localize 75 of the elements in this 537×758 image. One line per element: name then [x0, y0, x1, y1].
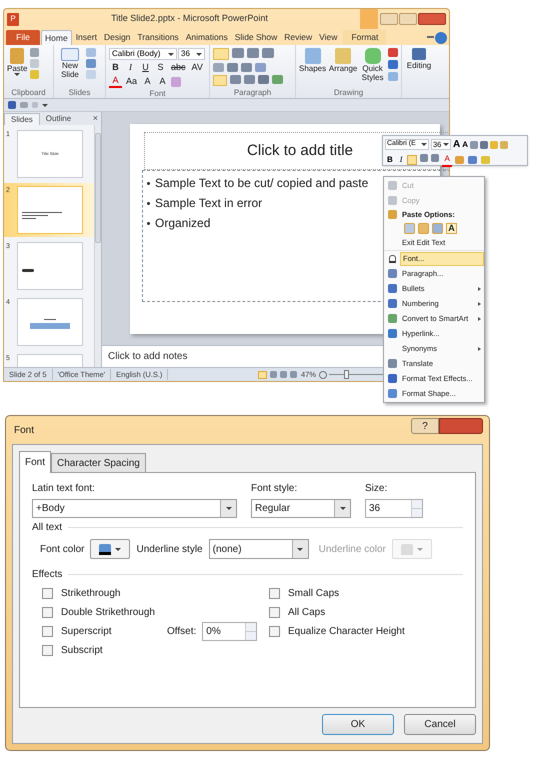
arrange-button[interactable]: Arrange — [329, 48, 358, 87]
editing-button[interactable]: Editing — [406, 48, 432, 72]
ribbon-tab[interactable]: Transitions — [134, 30, 182, 45]
checkbox-label: Double Strikethrough — [61, 606, 155, 620]
dialog-tab[interactable]: Character Spacing — [51, 453, 146, 472]
field-label: Size: — [365, 482, 388, 496]
bullet-text: Sample Text to be cut/ copied and paste — [155, 175, 368, 192]
font-button[interactable]: Aa — [124, 75, 140, 88]
format-button[interactable]: abc — [169, 61, 188, 74]
field-label: Latin text font: — [32, 482, 96, 496]
field-label: Font style: — [251, 482, 298, 496]
font-button[interactable]: A — [156, 75, 170, 88]
cancel-button[interactable]: Cancel — [404, 714, 476, 735]
pane-tab[interactable]: Slides — [4, 113, 40, 125]
format-button[interactable]: B — [385, 154, 395, 166]
checkbox-label: All Caps — [288, 606, 326, 620]
ribbon-tab[interactable]: Format — [343, 30, 386, 45]
ribbon-tab[interactable]: Review — [281, 30, 316, 45]
new-slide-button[interactable]: New Slide — [57, 48, 83, 87]
checkbox-label: Superscript — [61, 625, 112, 639]
dialog-title: Font — [13, 424, 36, 438]
field-label: Font color — [40, 542, 84, 556]
format-button[interactable]: I — [124, 61, 137, 74]
checkbox-label: Strikethrough — [61, 587, 120, 601]
format-button[interactable]: B — [109, 61, 122, 74]
field-label: Underline color — [318, 542, 386, 556]
ribbon-tab[interactable]: Insert — [72, 30, 100, 45]
ribbon-tab[interactable]: Slide Show — [232, 30, 280, 45]
dialog-tab[interactable]: Font — [19, 451, 52, 473]
ribbon-tab[interactable]: Design — [100, 30, 134, 45]
section-heading: Effects — [32, 568, 62, 582]
format-button[interactable]: S — [154, 61, 167, 74]
font-button[interactable]: A — [141, 75, 154, 88]
section-heading: All text — [32, 521, 62, 535]
grow-font-button[interactable]: A — [453, 137, 460, 152]
checkbox-label: Small Caps — [288, 587, 340, 601]
font-color-button[interactable]: A — [442, 153, 452, 167]
offset-field[interactable]: 0% — [202, 622, 257, 641]
field-label: Offset: — [167, 625, 196, 639]
checkbox-label: Subscript — [61, 644, 103, 658]
ribbon-tab[interactable]: Home — [41, 30, 72, 45]
group-label: Clipboard — [11, 86, 46, 98]
paste-button[interactable]: Paste — [7, 48, 28, 87]
group-label: Font — [149, 88, 166, 100]
ribbon-tab[interactable]: Animations — [182, 30, 231, 45]
group-label: Drawing — [334, 86, 364, 98]
font-color-button[interactable]: A — [109, 75, 122, 88]
file-tab[interactable]: File — [6, 30, 40, 45]
ok-button[interactable]: OK — [322, 714, 394, 735]
size-field[interactable]: 36 — [365, 499, 423, 518]
close-pane-button[interactable]: × — [90, 112, 101, 125]
help-button[interactable]: ? — [411, 418, 439, 434]
app-logo: P — [7, 12, 19, 26]
latin-font-dropdown[interactable]: +Body — [32, 499, 237, 518]
shrink-font-button[interactable]: A — [462, 138, 468, 150]
keep-text-only-button[interactable]: A — [446, 223, 457, 234]
format-button[interactable]: AV — [190, 61, 205, 74]
field-label: Underline style — [136, 542, 203, 556]
ribbon-tab[interactable]: View — [316, 30, 340, 45]
bullet-text: Sample Text in error — [155, 195, 262, 212]
checkbox-label: Equalize Character Height — [288, 625, 405, 639]
quick-styles-button[interactable]: Quick Styles — [360, 48, 385, 87]
underline-style-dropdown[interactable]: (none) — [208, 539, 309, 559]
group-label: Slides — [68, 86, 90, 98]
bullet-text: Organized — [155, 215, 210, 232]
font-style-dropdown[interactable]: Regular — [251, 499, 351, 518]
slide-title: Click to add title — [247, 140, 353, 161]
group-label: Paragraph — [234, 86, 272, 98]
format-button[interactable]: U — [139, 61, 152, 74]
pane-tab[interactable]: Outline — [40, 113, 78, 125]
window-title: Title Slide2.pptx - Microsoft PowerPoint — [110, 12, 269, 26]
font-size-field[interactable]: 36 — [178, 48, 205, 60]
format-button[interactable]: I — [398, 154, 404, 166]
font-name-field[interactable]: Calibri (Body) — [109, 48, 177, 60]
shapes-button[interactable]: Shapes — [299, 48, 326, 87]
